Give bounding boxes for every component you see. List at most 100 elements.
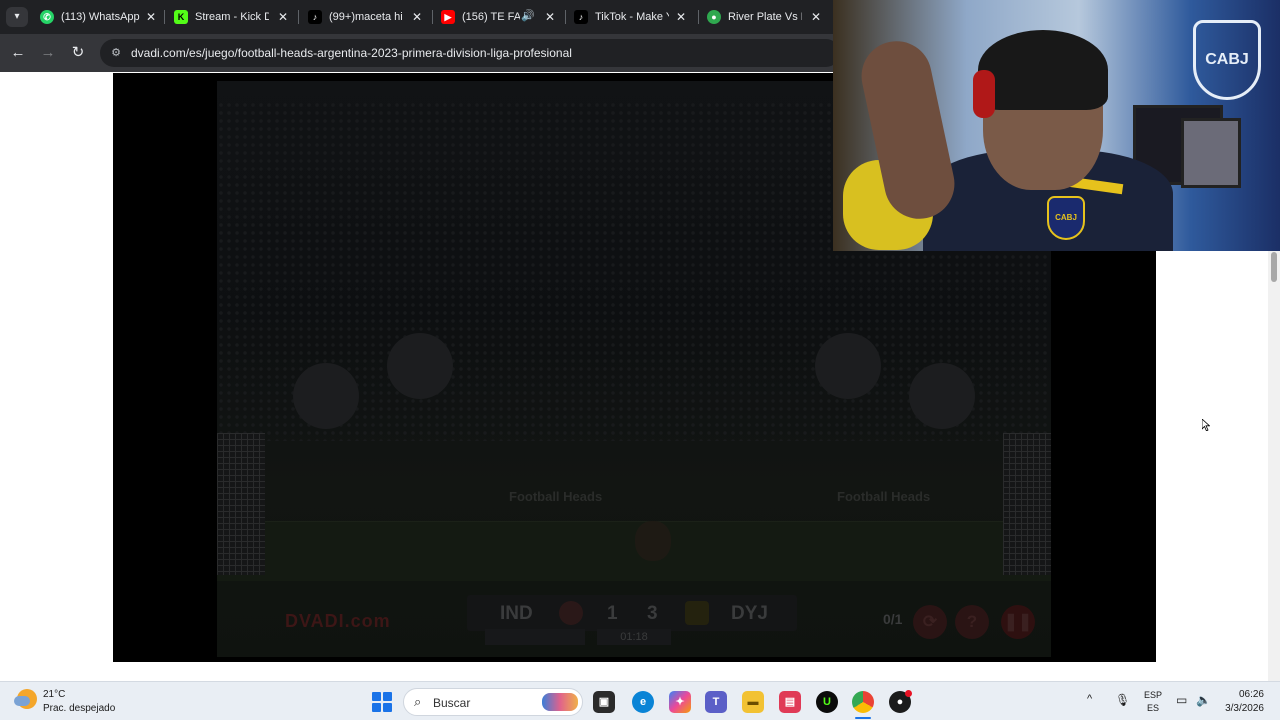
whatsapp-icon: ✆ [40,10,54,24]
teams-icon[interactable]: T [705,691,727,713]
tab-label: (156) TE FAL [462,11,520,23]
clock-time[interactable]: 06:26 [1239,689,1264,700]
windows-taskbar: 21°C Prac. despejado ⌕ Buscar ▣ e ✦ T ▬ … [0,681,1280,720]
kick-icon: K [174,10,188,24]
search-highlight-icon [542,693,578,711]
tab-divider [164,10,165,24]
network-icon[interactable]: ▭ [1176,693,1187,707]
microphone-icon[interactable]: 🎙 [1115,693,1130,707]
chevron-up-icon[interactable]: ^ [1087,693,1092,705]
ball-icon [635,521,671,561]
away-score: 3 [647,603,658,624]
shirt-crest: CABJ [1047,196,1085,240]
ad-banner-right: Football Heads [837,489,931,504]
restart-icon: ⟳ [922,612,938,631]
help-icon: ? [966,612,978,631]
home-crest-icon [559,601,583,625]
search-label: Buscar [433,696,471,710]
url-text: dvadi.com/es/juego/football-heads-argent… [131,46,572,60]
arrow-left-icon: ← [10,44,26,61]
club-badge-sign: CABJ [1193,20,1261,100]
goal-left [217,433,265,575]
stadium-light [909,363,975,429]
soccer-ball-icon: ● [707,10,721,24]
keyboard-layout[interactable]: ES [1147,703,1159,713]
forward-button[interactable]: → [38,43,58,63]
scrollbar-thumb[interactable] [1271,252,1277,282]
start-button[interactable] [372,692,392,712]
close-icon[interactable]: ✕ [410,10,424,24]
search-icon: ⌕ [414,694,422,709]
tab-label: (99+)maceta hin [329,11,403,23]
tab-tiktok[interactable]: ♪ TikTok - Make Yo ✕ [574,4,688,30]
chevron-down-icon: ▾ [14,11,20,22]
reload-icon: ↻ [71,44,85,61]
stadium-light [815,333,881,399]
pitch [217,521,1051,581]
ublock-icon[interactable]: U [816,691,838,713]
close-icon[interactable]: ✕ [674,10,688,24]
away-crest-icon [685,601,709,625]
picture-frame [1181,118,1241,188]
goal-right [1003,433,1051,575]
language-code[interactable]: ESP [1144,690,1162,700]
scoreboard: IND 1 3 DYJ [467,595,797,631]
back-button[interactable]: ← [8,43,28,63]
tab-river-plate[interactable]: ● River Plate Vs Ba ✕ [707,4,823,30]
youtube-icon: ▶ [441,10,455,24]
tab-label: (113) WhatsApp [61,11,140,23]
close-icon[interactable]: ✕ [276,10,290,24]
pause-button[interactable]: ❚❚ [1001,605,1035,639]
tab-label: TikTok - Make Yo [595,11,669,23]
restart-button[interactable]: ⟳ [913,605,947,639]
away-team: DYJ [731,603,768,624]
taskbar-search[interactable]: ⌕ Buscar [403,688,583,716]
windows-logo-icon [372,692,381,701]
tab-whatsapp[interactable]: ✆ (113) WhatsApp ✕ [40,4,158,30]
headset-icon [973,70,995,118]
home-score: 1 [607,603,618,624]
tiktok-icon: ♪ [574,10,588,24]
tab-label: Stream - Kick Da [195,11,269,23]
webcam-overlay: CABJ CABJ [833,0,1280,251]
close-icon[interactable]: ✕ [144,10,158,24]
streamer-hair [978,30,1108,110]
power-bar [485,629,585,645]
app-icon[interactable]: ▤ [779,691,801,713]
clock-date[interactable]: 3/3/2026 [1225,703,1264,714]
chrome-icon[interactable] [852,691,874,713]
arrow-right-icon: → [40,44,56,61]
home-team: IND [500,603,533,624]
tab-search-button[interactable]: ▾ [6,7,28,27]
copilot-icon[interactable]: ✦ [669,691,691,713]
volume-icon[interactable]: 🔈 [1196,693,1211,707]
task-view-icon[interactable]: ▣ [593,691,615,713]
site-info-icon[interactable]: ⚙ [109,46,123,60]
file-explorer-icon[interactable]: ▬ [742,691,764,713]
address-bar[interactable]: ⚙ dvadi.com/es/juego/football-heads-arge… [100,39,840,67]
tab-tiktok-search[interactable]: ♪ (99+)maceta hin ✕ [308,4,424,30]
recording-indicator [905,690,912,697]
tab-youtube[interactable]: ▶ (156) TE FAL 🔊 ✕ [441,4,557,30]
cloud-icon [14,696,30,706]
dvadi-logo: DVADI.com [285,611,391,631]
close-icon[interactable]: ✕ [809,10,823,24]
tiktok-icon: ♪ [308,10,322,24]
help-button[interactable]: ? [955,605,989,639]
match-timer: 01:18 [597,629,671,645]
edge-icon[interactable]: e [632,691,654,713]
replay-counter: 0/1 [883,611,903,627]
mouse-cursor-icon [1202,419,1210,431]
tab-kick-stream[interactable]: K Stream - Kick Da ✕ [174,4,290,30]
tab-label: River Plate Vs Ba [728,11,802,23]
temperature: 21°C [43,689,66,700]
reload-button[interactable]: ↻ [68,43,88,63]
ad-banner-left: Football Heads [509,489,603,504]
close-icon[interactable]: ✕ [543,10,557,24]
tab-divider [698,10,699,24]
stadium-light [387,333,453,399]
speaker-icon[interactable]: 🔊 [521,9,535,22]
pause-icon: ❚❚ [1003,612,1033,631]
stadium-light [293,363,359,429]
weather-condition: Prac. despejado [43,703,116,714]
